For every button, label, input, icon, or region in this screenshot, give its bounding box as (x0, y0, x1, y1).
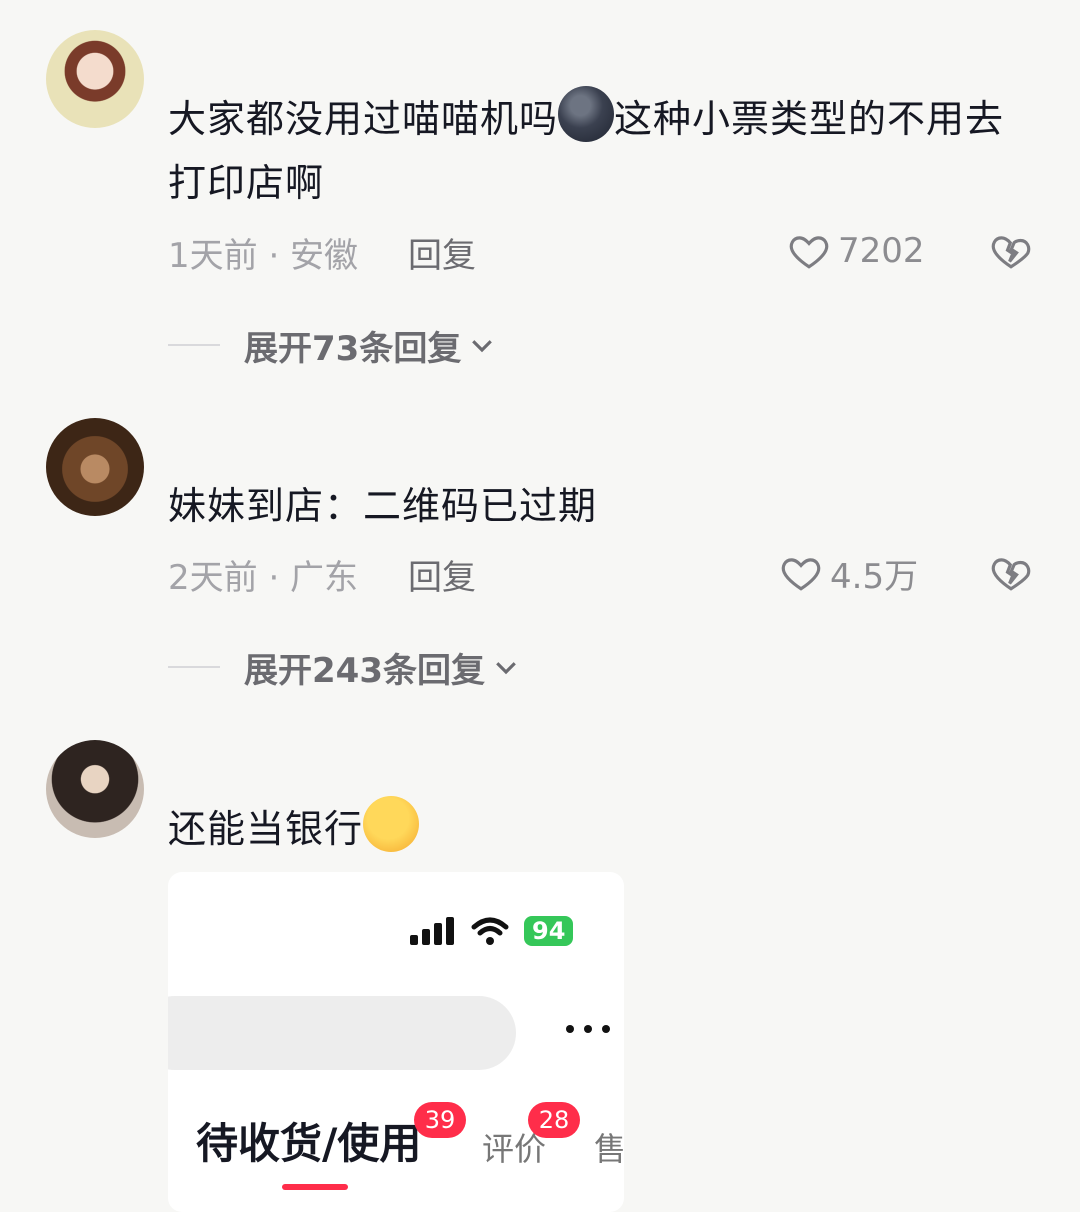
avatar[interactable] (46, 418, 144, 516)
active-tab-indicator (282, 1184, 348, 1190)
new-moon-face-emoji-icon (558, 86, 615, 142)
divider-line (168, 666, 220, 668)
reply-button[interactable]: 回复 (408, 228, 476, 277)
reply-button[interactable]: 回复 (408, 550, 476, 599)
battery-indicator: 94 (524, 916, 574, 946)
avatar[interactable] (46, 30, 144, 128)
divider-line (168, 344, 220, 346)
search-bar[interactable] (168, 996, 516, 1070)
phone-status-bar: 94 (410, 916, 574, 946)
angry-face-emoji-icon (363, 796, 420, 852)
like-button[interactable]: 7202 (788, 226, 925, 276)
like-count: 7202 (838, 231, 925, 271)
comment-image[interactable]: 94 待收货/使用 39 评价 28 售 (168, 872, 624, 1212)
avatar[interactable] (46, 740, 144, 838)
chevron-down-icon (472, 340, 493, 353)
tab-pending-receipt[interactable]: 待收货/使用 (196, 1110, 421, 1171)
broken-heart-icon[interactable] (990, 230, 1032, 272)
broken-heart-icon[interactable] (990, 552, 1032, 594)
heart-icon (789, 236, 829, 269)
tab-after-sale[interactable]: 售 (594, 1124, 624, 1170)
more-options-icon[interactable] (564, 1020, 612, 1038)
signal-icon (410, 917, 454, 945)
tab-badge: 28 (528, 1102, 580, 1138)
expand-replies-button[interactable]: 展开243条回复 (168, 642, 521, 692)
heart-icon (781, 558, 821, 591)
chevron-down-icon (496, 662, 516, 675)
wifi-icon (471, 917, 509, 945)
like-count: 4.5万 (830, 556, 919, 597)
comment-text: 还能当银行 (168, 796, 1028, 861)
comment-text: 大家都没用过喵喵机吗 这种小票类型的不用去打印店啊 (168, 86, 1028, 215)
comment-text: 妹妹到店：二维码已过期 (168, 484, 598, 528)
expand-replies-button[interactable]: 展开73条回复 (168, 320, 497, 370)
tab-badge: 39 (414, 1102, 466, 1138)
like-button[interactable]: 4.5万 (780, 548, 918, 598)
comment-time-location: 1天前 · 安徽 (168, 236, 359, 276)
comment-time-location: 2天前 · 广东 (168, 558, 359, 598)
